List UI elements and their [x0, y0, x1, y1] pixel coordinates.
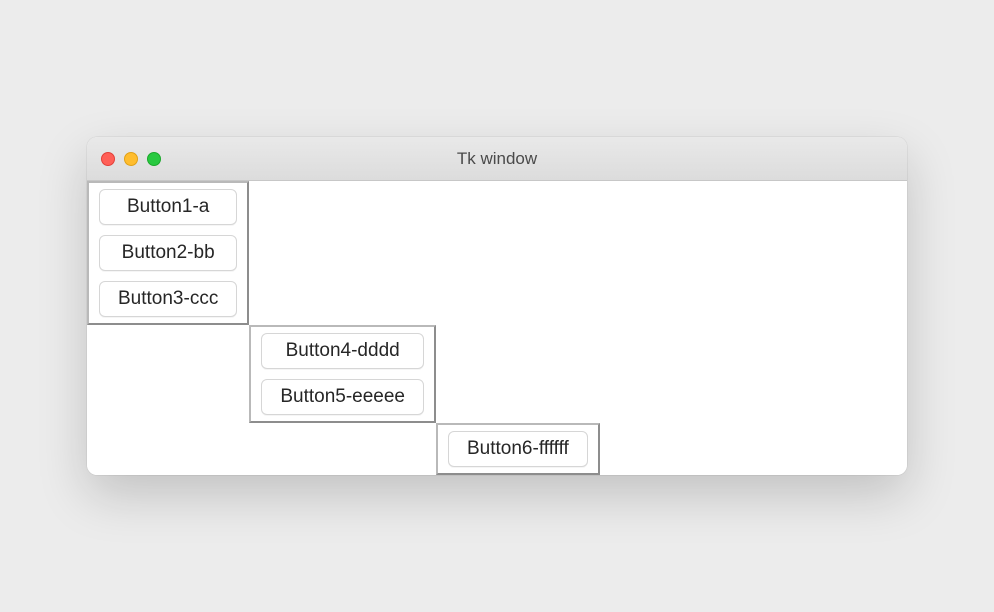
close-icon[interactable] — [101, 152, 115, 166]
zoom-icon[interactable] — [147, 152, 161, 166]
button-5eeeee[interactable]: Button5-eeeee — [261, 379, 424, 415]
frame-2: Button4-dddd Button5-eeeee — [249, 325, 436, 423]
button-3ccc[interactable]: Button3-ccc — [99, 281, 237, 317]
titlebar: Tk window — [87, 137, 907, 181]
button-6ffffff[interactable]: Button6-ffffff — [448, 431, 588, 467]
frame-1: Button1-a Button2-bb Button3-ccc — [87, 181, 249, 325]
minimize-icon[interactable] — [124, 152, 138, 166]
window-title: Tk window — [87, 149, 907, 169]
button-2bb[interactable]: Button2-bb — [99, 235, 237, 271]
button-1a[interactable]: Button1-a — [99, 189, 237, 225]
button-4dddd[interactable]: Button4-dddd — [261, 333, 424, 369]
frame-3: Button6-ffffff — [436, 423, 600, 475]
content-area: Button1-a Button2-bb Button3-ccc Button4… — [87, 181, 907, 475]
traffic-lights — [101, 152, 161, 166]
tk-window: Tk window Button1-a Button2-bb Button3-c… — [87, 137, 907, 475]
